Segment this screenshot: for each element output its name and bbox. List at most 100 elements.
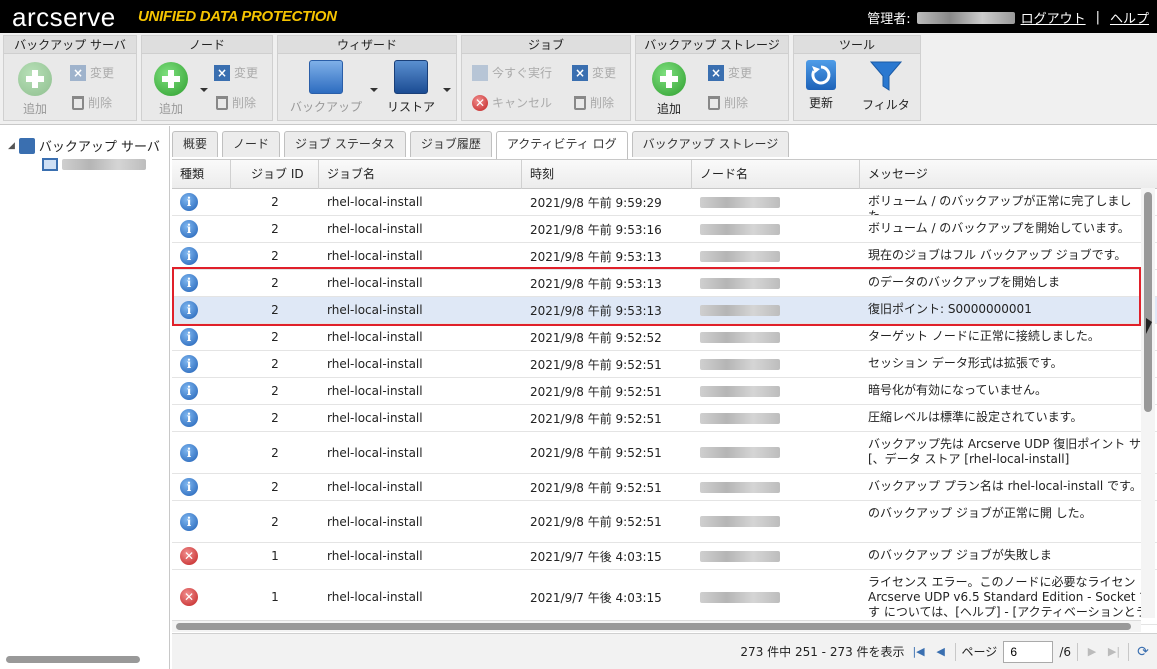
cell-message: 圧縮レベルは標準に設定されています。 <box>868 410 1083 424</box>
node-name-redacted <box>700 358 780 370</box>
cell-job-id: 2 <box>271 276 279 290</box>
backup-dropdown-icon[interactable] <box>370 88 378 92</box>
cell-job-id: 2 <box>271 357 279 371</box>
wizard-backup-button: バックアップ <box>286 60 366 115</box>
cell-message: のバックアップ ジョブが正常に開 した。 <box>868 506 1092 520</box>
node-add-dropdown-icon[interactable] <box>200 88 208 92</box>
filter-button[interactable]: フィルタ <box>862 60 910 113</box>
cell-message: セッション データ形式は拡張です。 <box>868 356 1063 370</box>
grid-body: i 2 rhel-local-install 2021/9/8 午前 9:59:29 ボ… <box>172 189 1157 625</box>
activity-log-grid: 種類 ジョブ ID ジョブ名 時刻 ノード名 メッセージ i 2 rhel-loca… <box>172 159 1157 632</box>
tab-job-history[interactable]: ジョブ履歴 <box>409 131 492 157</box>
cell-node-name <box>692 543 860 569</box>
cell-time: 2021/9/8 午前 9:52:51 <box>530 446 662 460</box>
page-input[interactable] <box>1003 640 1054 663</box>
modify-icon: × <box>572 64 588 81</box>
grid-vscrollbar[interactable] <box>1141 188 1155 618</box>
table-row[interactable]: i 2 rhel-local-install 2021/9/8 午前 9:53:13 の… <box>172 270 1157 297</box>
col-header-job-name[interactable]: ジョブ名 <box>319 160 522 189</box>
node-name-redacted <box>700 223 780 235</box>
node-add-button[interactable]: 追加 <box>154 62 188 117</box>
grid-hscrollbar[interactable] <box>172 620 1141 632</box>
cell-job-id: 2 <box>271 480 279 494</box>
cell-type: i <box>172 324 231 350</box>
filter-icon <box>869 60 903 92</box>
help-link[interactable]: ヘルプ <box>1110 8 1149 27</box>
cell-node-name <box>692 501 860 542</box>
refresh-icon <box>806 60 836 90</box>
logout-link[interactable]: ログアウト <box>1021 8 1086 27</box>
table-row[interactable]: i 2 rhel-local-install 2021/9/8 午前 9:52:51 バ… <box>172 474 1157 501</box>
col-header-job-id[interactable]: ジョブ ID <box>231 160 319 189</box>
group-node: ノード 追加 × 変更 削除 <box>141 35 273 121</box>
vscroll-thumb[interactable] <box>1144 192 1152 412</box>
cell-job-id: 2 <box>271 195 279 209</box>
restore-dropdown-icon[interactable] <box>443 88 451 92</box>
storage-add-button[interactable]: 追加 <box>652 62 686 117</box>
tree-item-backup-server[interactable]: ◢ バックアップ サーバ <box>8 136 160 155</box>
table-row[interactable]: i 2 rhel-local-install 2021/9/8 午前 9:53:13 現… <box>172 243 1157 270</box>
cell-type: i <box>172 216 231 242</box>
tab-nodes[interactable]: ノード <box>222 131 281 157</box>
add-label: 追加 <box>22 102 47 116</box>
cell-job-id: 2 <box>271 445 279 460</box>
table-row[interactable]: ✕ 1 rhel-local-install 2021/9/7 午後 4:03:15 の… <box>172 543 1157 570</box>
trash-icon <box>216 95 228 110</box>
job-delete-button: 削除 <box>574 94 614 111</box>
tab-job-status[interactable]: ジョブ ステータス <box>284 131 406 157</box>
table-row[interactable]: ✕ 1 rhel-local-install 2021/9/7 午後 4:03:15 ラ… <box>172 570 1157 625</box>
col-header-time[interactable]: 時刻 <box>522 160 692 189</box>
grid-header: 種類 ジョブ ID ジョブ名 時刻 ノード名 メッセージ <box>172 160 1157 189</box>
cell-type: i <box>172 474 231 500</box>
node-name-redacted <box>700 331 780 343</box>
info-icon: i <box>180 382 198 400</box>
sidebar-hscrollbar[interactable] <box>6 656 140 663</box>
add-icon <box>18 62 52 96</box>
col-header-type[interactable]: 種類 <box>172 160 231 189</box>
col-header-node-name[interactable]: ノード名 <box>692 160 860 189</box>
table-row[interactable]: i 2 rhel-local-install 2021/9/8 午前 9:52:51 暗… <box>172 378 1157 405</box>
arcserve-logo: arcserve <box>12 2 116 32</box>
table-row[interactable]: i 2 rhel-local-install 2021/9/8 午前 9:53:13 復… <box>172 297 1157 324</box>
storage-modify-button: × 変更 <box>708 64 752 81</box>
cell-type: i <box>172 351 231 377</box>
server-share-icon <box>18 137 35 154</box>
group-title: ノード <box>142 36 272 54</box>
table-row[interactable]: i 2 rhel-local-install 2021/9/8 午前 9:52:51 セ… <box>172 351 1157 378</box>
refresh-page-icon[interactable]: ⟳ <box>1135 644 1151 660</box>
tab-activity-log[interactable]: アクティビティ ログ <box>495 131 628 159</box>
wizard-restore-button[interactable]: リストア <box>384 60 438 115</box>
storage-delete-button: 削除 <box>708 94 748 111</box>
info-icon: i <box>180 409 198 427</box>
pager-divider <box>1077 642 1078 661</box>
error-icon: ✕ <box>180 588 198 606</box>
cell-time: 2021/9/8 午前 9:52:51 <box>530 515 662 529</box>
info-icon: i <box>180 274 198 292</box>
delete-label: 削除 <box>88 96 113 110</box>
computer-icon <box>42 158 58 171</box>
hscroll-thumb[interactable] <box>176 623 1131 630</box>
table-row[interactable]: i 2 rhel-local-install 2021/9/8 午前 9:52:52 タ… <box>172 324 1157 351</box>
tab-overview[interactable]: 概要 <box>172 131 219 157</box>
table-row[interactable]: i 2 rhel-local-install 2021/9/8 午前 9:52:51 圧… <box>172 405 1157 432</box>
info-icon: i <box>180 247 198 265</box>
prev-page-icon[interactable]: ◀ <box>933 644 949 660</box>
mouse-cursor-icon <box>1146 318 1152 334</box>
table-row[interactable]: i 2 rhel-local-install 2021/9/8 午前 9:52:51 バ… <box>172 432 1157 474</box>
refresh-button[interactable]: 更新 <box>806 60 836 111</box>
delete-label: 削除 <box>724 96 749 110</box>
modify-icon: × <box>214 64 230 81</box>
first-page-icon[interactable]: |◀ <box>911 644 927 660</box>
info-icon: i <box>180 478 198 496</box>
tab-backup-storage[interactable]: バックアップ ストレージ <box>631 131 790 157</box>
cell-job-id: 1 <box>271 590 279 604</box>
table-row[interactable]: i 2 rhel-local-install 2021/9/8 午前 9:52:51 の… <box>172 501 1157 543</box>
cell-time: 2021/9/8 午前 9:59:29 <box>530 195 662 210</box>
cell-time: 2021/9/8 午前 9:53:13 <box>530 276 662 291</box>
cell-node-name <box>692 324 860 350</box>
table-row[interactable]: i 2 rhel-local-install 2021/9/8 午前 9:53:16 ボ… <box>172 216 1157 243</box>
table-row[interactable]: i 2 rhel-local-install 2021/9/8 午前 9:59:29 ボ… <box>172 189 1157 216</box>
tree-collapse-icon[interactable]: ◢ <box>8 141 15 151</box>
tree-item-server-node[interactable] <box>42 158 146 171</box>
col-header-message[interactable]: メッセージ <box>860 160 1157 189</box>
